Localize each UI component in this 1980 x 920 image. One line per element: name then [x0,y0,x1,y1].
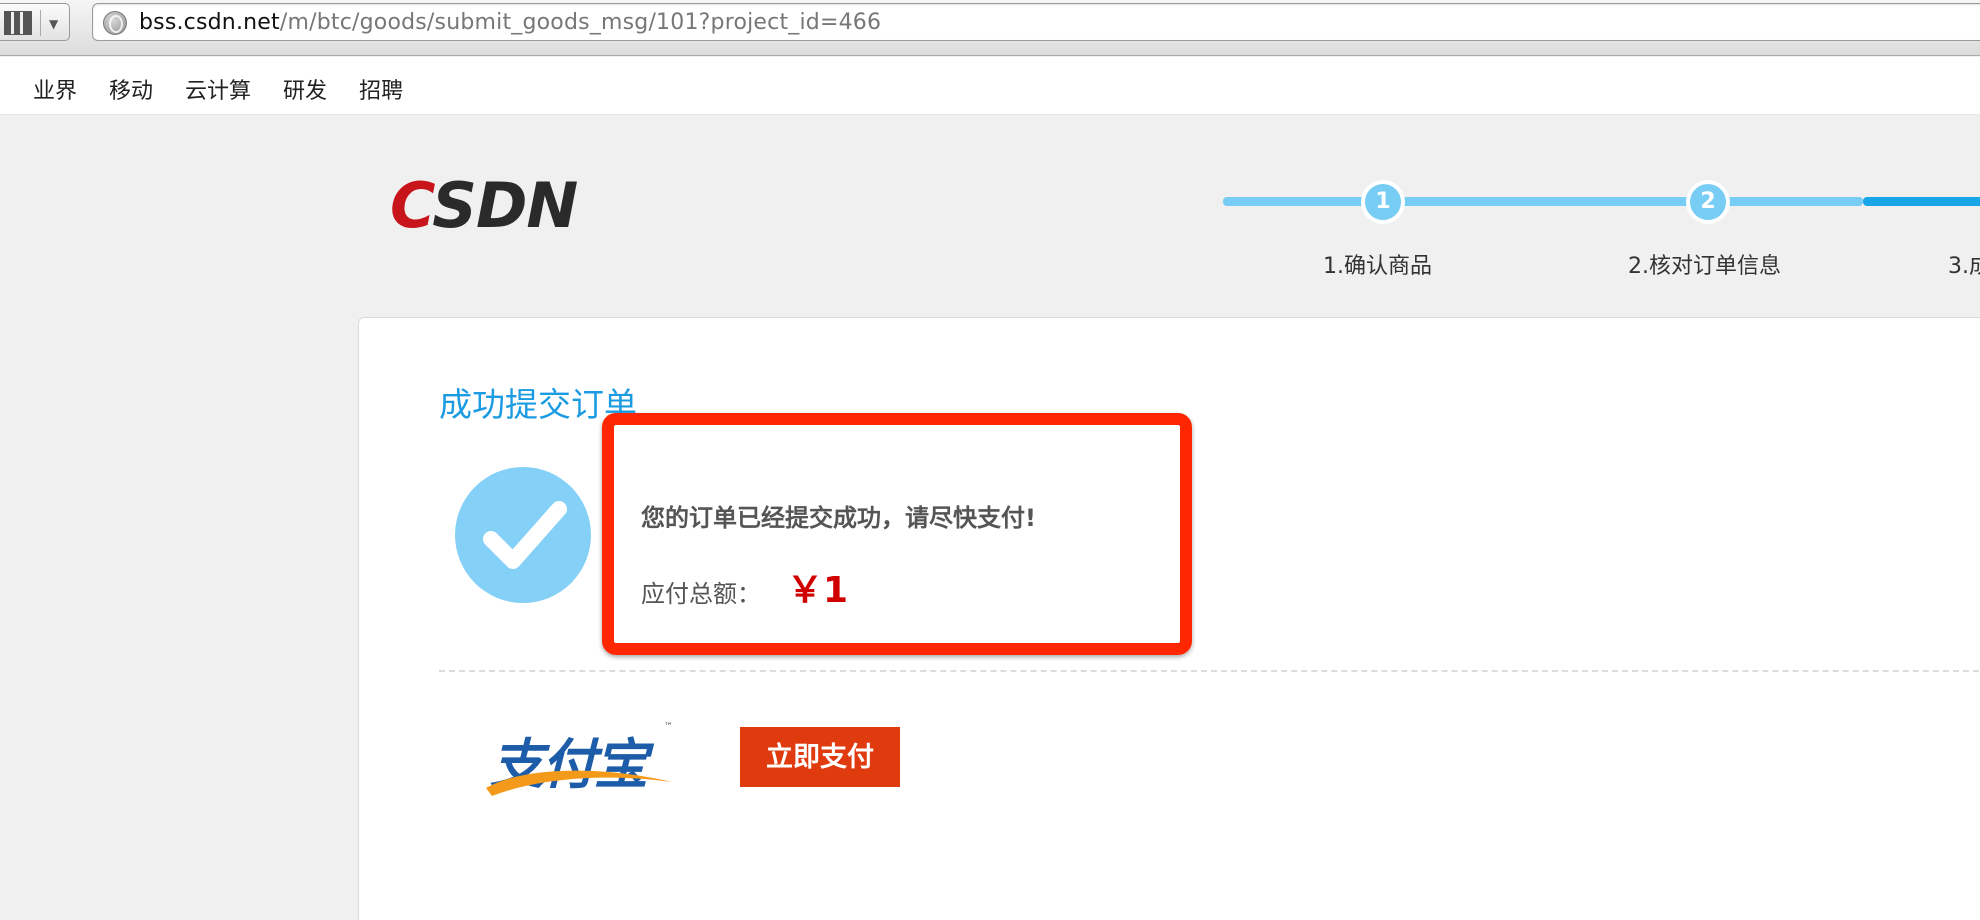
nav-item-cloud[interactable]: 云计算 [185,73,251,105]
csdn-logo[interactable]: CSDN [390,175,578,237]
site-nav: 业界 移动 云计算 研发 招聘 [0,57,1980,115]
trademark-mark: ™ [664,722,673,732]
globe-icon [103,11,127,35]
url-path: /m/btc/goods/submit_goods_msg/101?projec… [279,10,882,35]
order-success-card: 成功提交订单 您的订单已经提交成功，请尽快支付! 应付总额： ￥1 支付宝 ™ … [358,317,1980,920]
amount-label: 应付总额： [641,580,761,608]
url-domain: bss.csdn.net [139,10,280,35]
nav-item-dev[interactable]: 研发 [283,73,327,105]
logo-c: C [390,169,433,242]
pay-now-button[interactable]: 立即支付 [740,727,900,787]
order-progress: 1 1.确认商品 2 2.核对订单信息 3.成 [1223,180,1980,290]
annotation-highlight [602,413,1192,655]
nav-item-jobs[interactable]: 招聘 [359,73,403,105]
success-message: 您的订单已经提交成功，请尽快支付! [641,504,1036,532]
step-3-label: 3.成 [1948,254,1980,279]
browser-toolbar: ▼ bss.csdn.net/m/btc/goods/submit_goods_… [0,0,1980,56]
progress-line [1223,197,1863,206]
dashed-divider [439,670,1980,672]
logo-rest: SDN [432,169,578,242]
divider [40,10,41,36]
bookmarks-menu-button[interactable]: ▼ [0,3,70,41]
alipay-logo[interactable]: 支付宝 ™ [484,720,674,800]
nav-item-industry[interactable]: 业界 [33,73,77,105]
grid-icon [4,11,32,35]
step-1-dot: 1 [1361,180,1405,224]
chevron-down-icon: ▼ [49,17,59,31]
nav-item-mobile[interactable]: 移动 [109,73,153,105]
step-2-label: 2.核对订单信息 [1628,254,1781,279]
swoosh-icon [486,770,672,796]
amount-value: ￥1 [787,570,849,611]
step-1-label: 1.确认商品 [1323,254,1432,279]
check-icon [455,467,591,603]
address-bar[interactable]: bss.csdn.net/m/btc/goods/submit_goods_ms… [92,3,1980,41]
step-2-dot: 2 [1686,180,1730,224]
progress-line-current [1863,197,1980,206]
url-text[interactable]: bss.csdn.net/m/btc/goods/submit_goods_ms… [139,10,881,35]
